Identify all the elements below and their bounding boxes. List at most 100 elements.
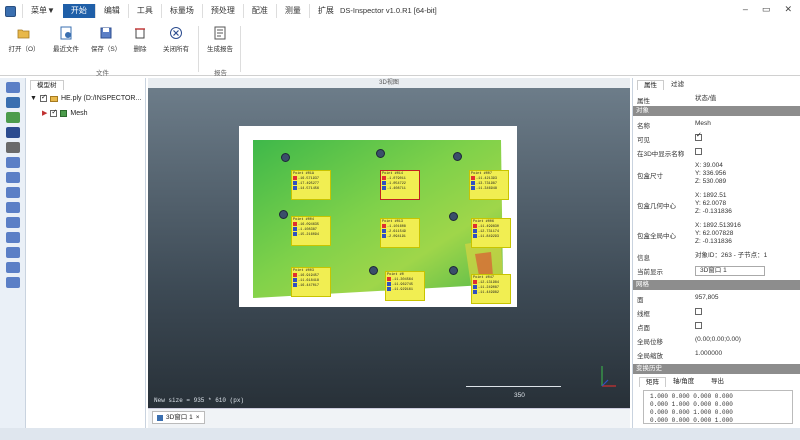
measurement-label[interactable]: Point #014 -1.079011 -1.054722 -1.408711 [380, 170, 420, 200]
property-bbox-global-center: 包盒全局中心 X: 1892.513916 Y: 62.007828 Z: -0… [633, 222, 800, 246]
recent-files-icon [60, 26, 72, 40]
measurement-label[interactable]: Point #003 -16.919457 -11.618418 -16.447… [291, 267, 331, 297]
property-info: 信息 对象ID：263 - 子节点：1 [633, 252, 800, 262]
mounting-hole [449, 266, 458, 275]
property-value: X: 1892.513916 Y: 62.007828 Z: -0.131836 [695, 222, 741, 245]
open-folder-icon [17, 29, 30, 39]
expand-arrow-icon[interactable]: ▶ [42, 109, 47, 117]
menu-start[interactable]: 开始 [62, 4, 95, 18]
open-button[interactable]: 打开（O） [4, 26, 44, 54]
section-transform-history: 变换历史 [633, 364, 800, 374]
menu-edit[interactable]: 编辑 [94, 4, 128, 18]
property-global-shift: 全局位移 (0.00;0.00;0.00) [633, 336, 800, 346]
show-name-checkbox[interactable] [695, 148, 702, 155]
view-bottom-icon[interactable] [5, 202, 20, 213]
tab-axis-angle[interactable]: 轴/角度 [667, 377, 701, 387]
recent-files-button[interactable]: 最近文件 [46, 26, 86, 54]
tab-model-tree[interactable]: 模型树 [30, 80, 64, 90]
view-iso-icon[interactable] [5, 247, 20, 258]
measurement-label[interactable]: Point #0 -11.304564 -11.962745 -11.92916… [385, 271, 425, 301]
minimize-button[interactable]: – [743, 4, 748, 15]
zoom-icon[interactable] [5, 142, 20, 153]
generate-report-label: 生成报告 [207, 46, 233, 53]
mounting-hole [281, 153, 290, 162]
view-header: 3D视图 [148, 78, 630, 88]
mounting-hole [453, 152, 462, 161]
view-front-icon[interactable] [5, 157, 20, 168]
maximize-button[interactable]: ▭ [762, 4, 771, 15]
visibility-checkbox[interactable] [39, 93, 47, 102]
property-bbox-size: 包盒尺寸 X: 39.004 Y: 336.956 Z: 530.089 [633, 162, 800, 186]
view-back-icon[interactable] [5, 172, 20, 183]
matrix-row: 0.000 0.000 0.000 1.000 [650, 417, 733, 424]
menu-extend[interactable]: 扩展 [308, 4, 342, 18]
view-right-icon[interactable] [5, 232, 20, 243]
view-left-icon[interactable] [5, 217, 20, 228]
view-iso3-icon[interactable] [5, 277, 20, 288]
menu-registration[interactable]: 配准 [242, 4, 276, 18]
close-tab-icon[interactable]: × [196, 412, 200, 424]
report-icon [214, 26, 226, 40]
tab-properties[interactable]: 属性 [637, 80, 664, 90]
matrix-row: 0.000 0.000 1.000 0.000 [650, 409, 733, 416]
fit-view-icon[interactable] [5, 82, 20, 93]
measurement-label[interactable]: Point #007 -11.421393 -13.731987 -11.346… [469, 170, 509, 200]
properties-panel: 属性 过滤 属性 状态/值 对象 名称 Mesh 可见 在3D中显示名称 包盒尺… [632, 78, 800, 428]
tab-matrix[interactable]: 矩阵 [639, 377, 666, 387]
rotate-icon[interactable] [5, 97, 20, 108]
mounting-hole [369, 266, 378, 275]
generate-report-button[interactable]: 生成报告 [200, 26, 240, 54]
tree-node-root[interactable]: ▼ HE.ply (D:/INSPECTOR... [30, 93, 141, 102]
menu-scalar-field[interactable]: 标量场 [160, 4, 202, 18]
close-all-label: 关闭所有 [163, 46, 189, 53]
measurement-label[interactable]: Point #006 -11.499830 -12.731174 -11.849… [471, 218, 511, 248]
property-key: 信息 [637, 255, 650, 262]
transform-matrix: 1.000 0.000 0.000 0.000 0.000 1.000 0.00… [643, 390, 793, 424]
property-key: 面 [637, 297, 644, 304]
current-display-select[interactable]: 3D窗口 1 [695, 266, 765, 276]
menu-measure[interactable]: 测量 [275, 4, 309, 18]
menu-main[interactable]: 菜单▼ [22, 4, 63, 18]
recent-files-label: 最近文件 [53, 46, 79, 53]
tab-3d-window-1[interactable]: 3D窗口 1 × [152, 411, 205, 424]
tab-filter[interactable]: 过滤 [665, 80, 690, 90]
tree-node-mesh[interactable]: ▶ Mesh [42, 108, 88, 118]
property-bbox-center: 包盒几何中心 X: 1892.51 Y: 62.0078 Z: -0.13183… [633, 192, 800, 216]
view-top-icon[interactable] [5, 187, 20, 198]
visible-checkbox[interactable] [695, 132, 702, 141]
measurement-label[interactable]: Point #047 -12.131984 -11.249087 -11.449… [471, 274, 511, 304]
point-pick-icon[interactable] [5, 112, 20, 123]
menu-preprocess[interactable]: 预处理 [201, 4, 243, 18]
3d-view[interactable]: 3D视图 Point #01A -16.571937 -17.495277 -1… [148, 78, 630, 428]
close-all-button[interactable]: 关闭所有 [156, 26, 196, 54]
property-value[interactable]: Mesh [695, 120, 800, 130]
property-value: X: 1892.51 Y: 62.0078 Z: -0.131836 [695, 192, 732, 215]
view-iso2-icon[interactable] [5, 262, 20, 273]
point-faces-checkbox[interactable] [695, 322, 702, 329]
collapse-arrow-icon[interactable]: ▼ [30, 95, 37, 102]
scale-bar [466, 386, 561, 387]
property-visible: 可见 [633, 132, 800, 144]
visibility-checkbox[interactable] [50, 108, 58, 117]
tab-export[interactable]: 导出 [705, 377, 730, 387]
close-button[interactable]: ✕ [784, 4, 792, 15]
menu-tools[interactable]: 工具 [127, 4, 161, 18]
header-key: 属性 [637, 98, 650, 105]
property-key: 全局缩放 [637, 353, 663, 360]
measurement-label[interactable]: Point #004 -16.094635 -1.108387 -15.2160… [291, 216, 331, 246]
delete-button[interactable]: 删除 [120, 26, 160, 54]
model-tree-panel: 模型树 ▼ HE.ply (D:/INSPECTOR... ▶ Mesh [26, 78, 146, 428]
property-value: (0.00;0.00;0.00) [695, 336, 741, 343]
measurement-value: -1.408711 [387, 186, 406, 191]
property-key: 在3D中显示名称 [637, 151, 685, 158]
measurement-label[interactable]: Point #01A -16.571937 -17.495277 -14.571… [291, 170, 331, 200]
measurement-label[interactable]: Point #013 -1.101608 -2.611549 -2.094191 [380, 218, 420, 248]
window-icon [157, 414, 163, 421]
open-label: 打开（O） [8, 46, 40, 53]
wireframe-checkbox[interactable] [695, 308, 702, 315]
move-icon[interactable] [5, 127, 20, 138]
inspection-heatmap-image: Point #01A -16.571937 -17.495277 -14.571… [239, 126, 517, 307]
save-icon [100, 27, 112, 39]
measurement-value: -11.346948 [476, 186, 498, 191]
tree-node-mesh-label: Mesh [70, 109, 88, 117]
